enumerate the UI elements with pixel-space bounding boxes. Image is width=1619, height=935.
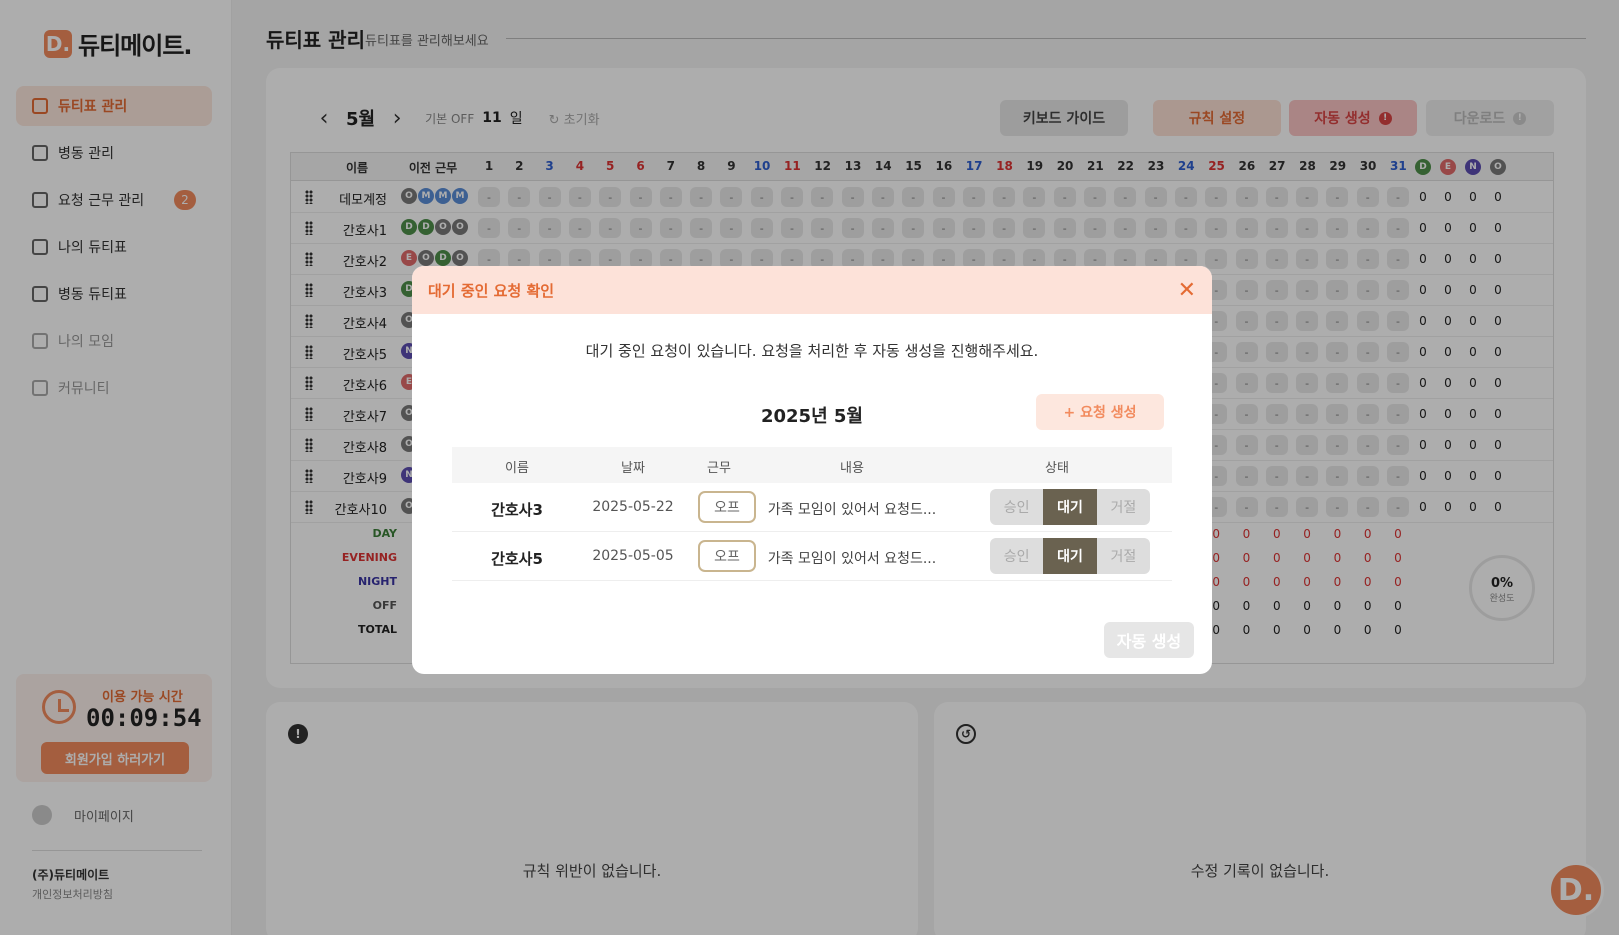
column-header: 이름 xyxy=(505,461,529,476)
request-date: 2025-05-05 xyxy=(592,548,674,564)
close-icon[interactable]: ✕ xyxy=(1178,278,1196,303)
request-table-header: 이름 날짜 근무 내용 상태 xyxy=(452,447,1172,483)
modal-auto-generate-button[interactable]: 자동 생성 xyxy=(1104,622,1194,658)
request-row: 간호사3 2025-05-22 오프 가족 모임이 있어서 요청드... 승인 대기 거절 xyxy=(452,483,1172,532)
pending-request-modal: 대기 중인 요청 확인 ✕ 대기 중인 요청이 있습니다. 요청을 처리한 후 … xyxy=(412,266,1212,674)
column-header: 근무 xyxy=(707,461,731,476)
request-content: 가족 모임이 있어서 요청드... xyxy=(767,551,937,567)
request-date: 2025-05-22 xyxy=(592,499,674,515)
status-option-0[interactable]: 승인 xyxy=(990,538,1044,574)
status-option-1[interactable]: 대기 xyxy=(1043,538,1097,574)
request-name: 간호사3 xyxy=(491,501,543,519)
request-name: 간호사5 xyxy=(491,550,543,568)
modal-message: 대기 중인 요청이 있습니다. 요청을 처리한 후 자동 생성을 진행해주세요. xyxy=(585,342,1039,360)
request-table: 이름 날짜 근무 내용 상태 간호사3 2025-05-22 오프 가족 모임이 있어서 요청… xyxy=(452,447,1172,581)
request-content: 가족 모임이 있어서 요청드... xyxy=(767,502,937,518)
column-header: 날짜 xyxy=(621,461,645,476)
status-option-2[interactable]: 거절 xyxy=(1096,538,1150,574)
status-toggle: 승인 대기 거절 xyxy=(990,538,1150,574)
modal-title: 대기 중인 요청 확인 xyxy=(428,281,555,300)
modal-header: 대기 중인 요청 확인 ✕ xyxy=(412,266,1212,314)
status-option-2[interactable]: 거절 xyxy=(1096,489,1150,525)
column-header: 내용 xyxy=(840,461,864,476)
request-shift-badge: 오프 xyxy=(698,540,756,572)
column-header: 상태 xyxy=(1045,461,1069,476)
request-row: 간호사5 2025-05-05 오프 가족 모임이 있어서 요청드... 승인 대기 거절 xyxy=(452,532,1172,581)
request-shift-badge: 오프 xyxy=(698,491,756,523)
status-toggle: 승인 대기 거절 xyxy=(990,489,1150,525)
create-request-button[interactable]: + 요청 생성 xyxy=(1036,394,1164,430)
status-option-1[interactable]: 대기 xyxy=(1043,489,1097,525)
status-option-0[interactable]: 승인 xyxy=(990,489,1044,525)
